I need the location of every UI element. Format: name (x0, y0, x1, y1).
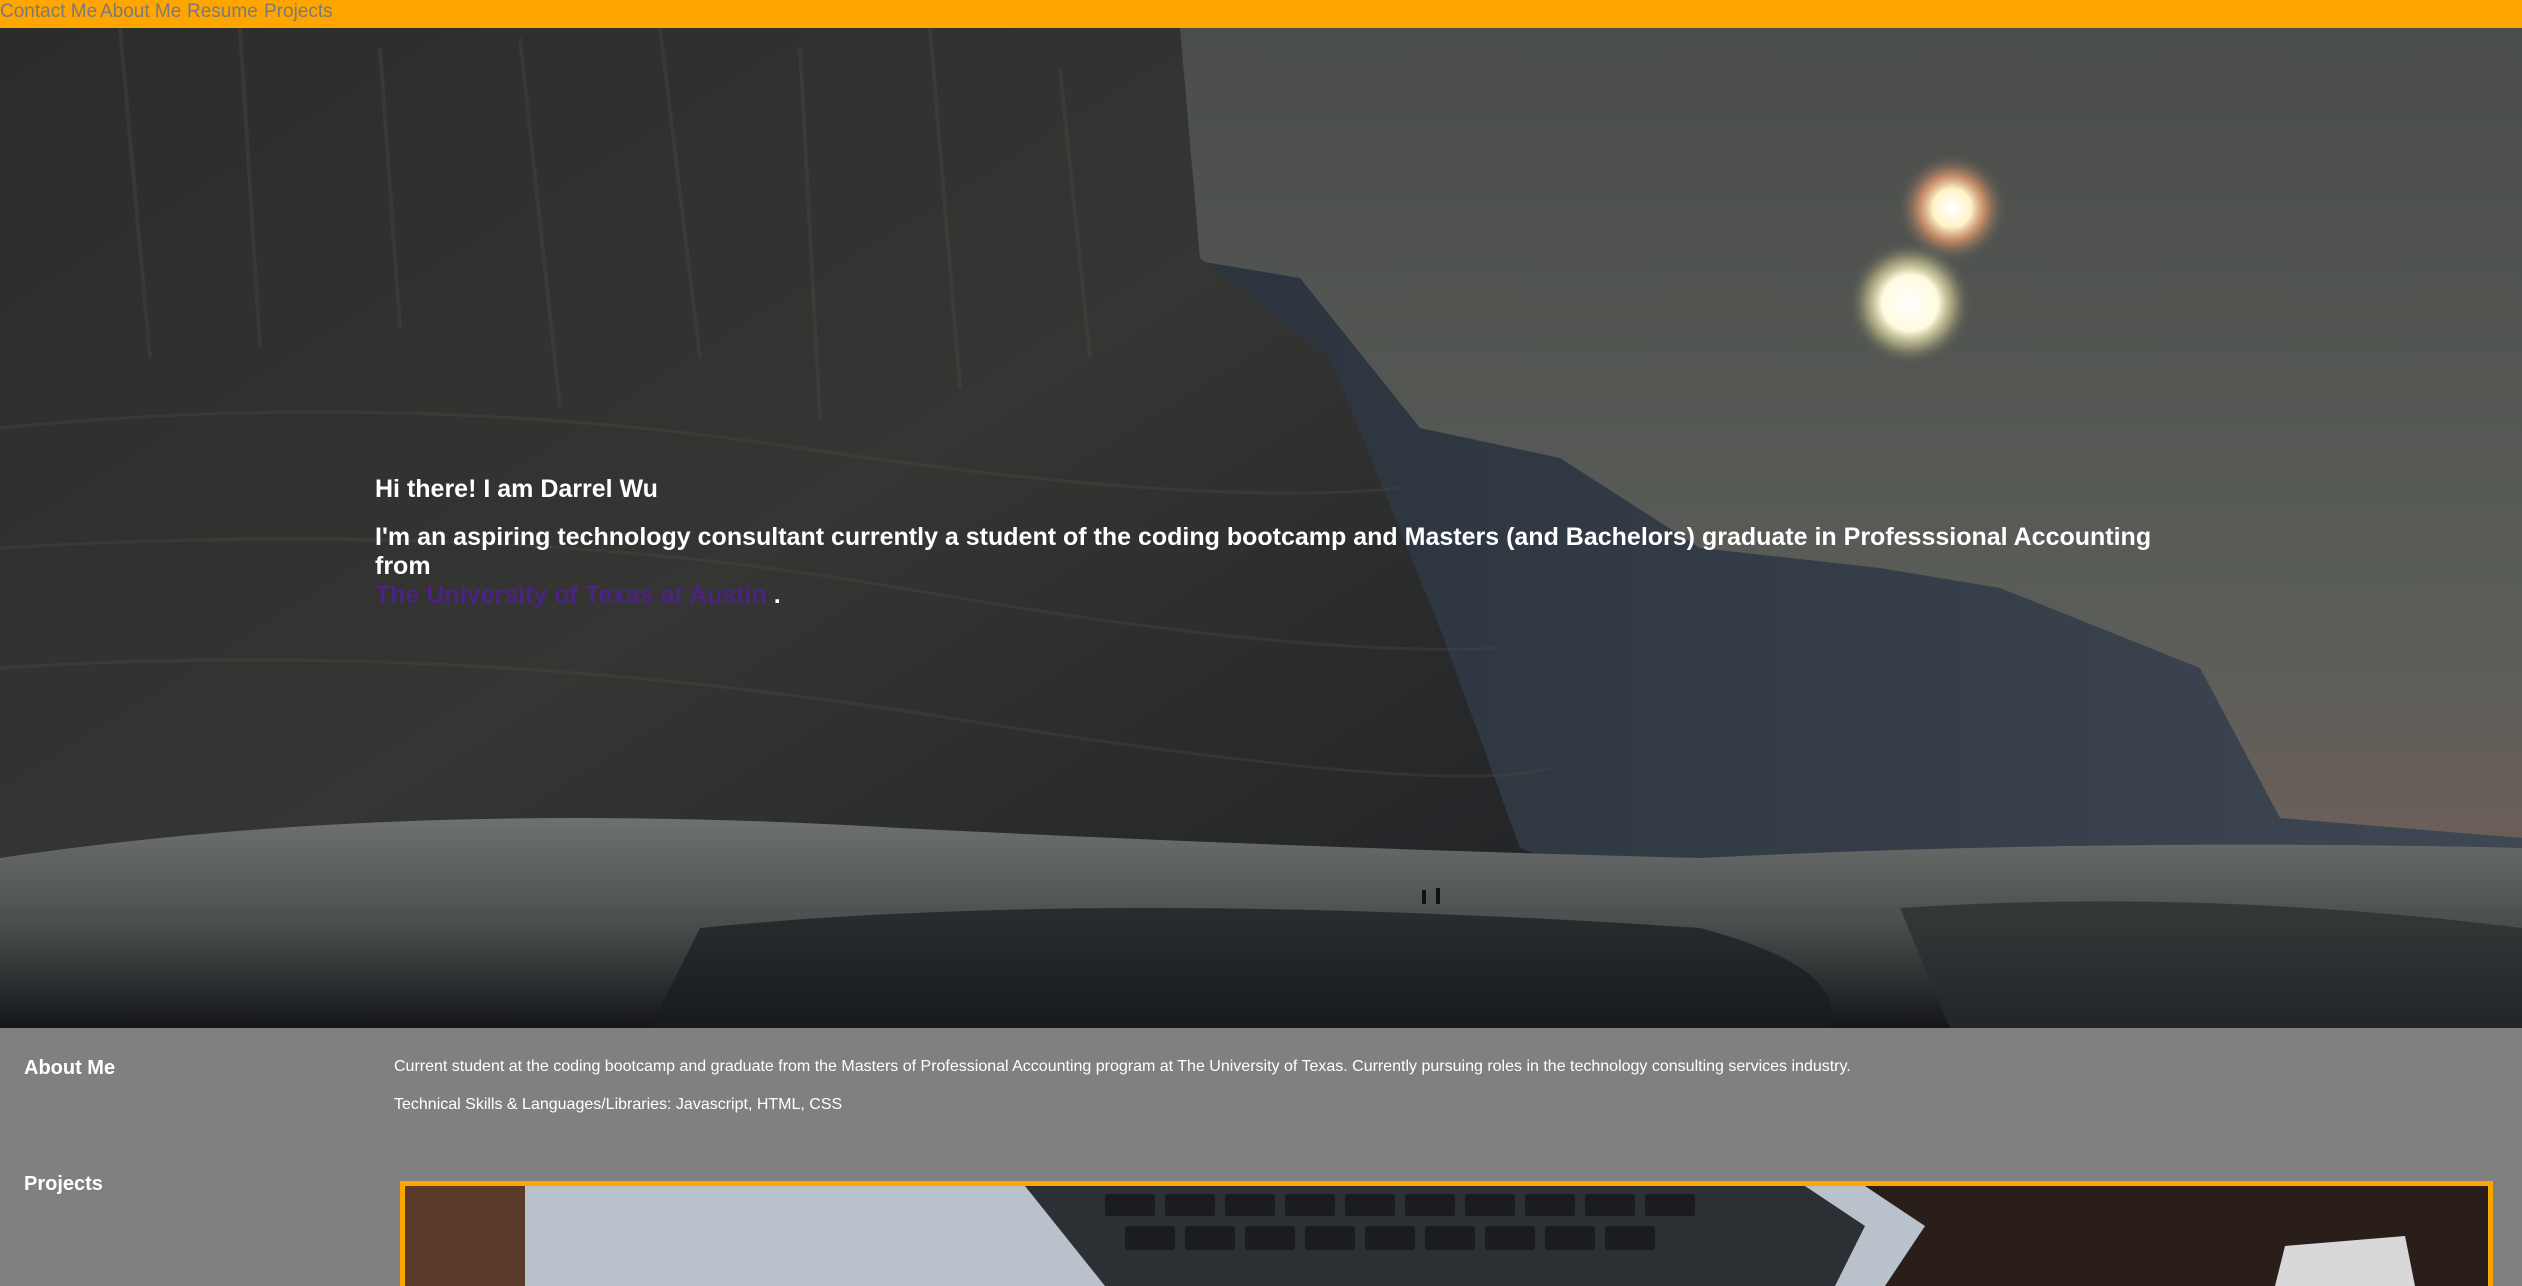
nav-link-resume[interactable]: Resume (187, 0, 258, 23)
nav-link-about-me[interactable]: About Me (100, 0, 181, 23)
nav-link-contact-me[interactable]: Contact Me (0, 0, 97, 23)
hero-bio-text: I'm an aspiring technology consultant cu… (375, 523, 2152, 580)
about-me-heading: About Me (24, 1057, 116, 1079)
nav-link-projects[interactable]: Projects (264, 0, 333, 23)
project-card[interactable] (400, 1181, 2493, 1286)
hero-banner: Hi there! I am Darrel Wu I'm an aspiring… (0, 28, 2522, 1028)
project-laptop-image (405, 1186, 2488, 1286)
about-me-paragraph-1: Current student at the coding bootcamp a… (394, 1058, 1851, 1075)
hero-greeting: Hi there! I am Darrel Wu (375, 475, 658, 503)
about-me-paragraph-2: Technical Skills & Languages/Libraries: … (394, 1096, 843, 1113)
hero-bio: I'm an aspiring technology consultant cu… (375, 523, 2195, 610)
university-link[interactable]: The University of Texas at Austin (375, 581, 767, 609)
top-nav-bar: Contact Me About Me Resume Projects (0, 0, 2522, 28)
hero-bio-end: . (773, 581, 781, 609)
projects-heading: Projects (24, 1173, 103, 1195)
